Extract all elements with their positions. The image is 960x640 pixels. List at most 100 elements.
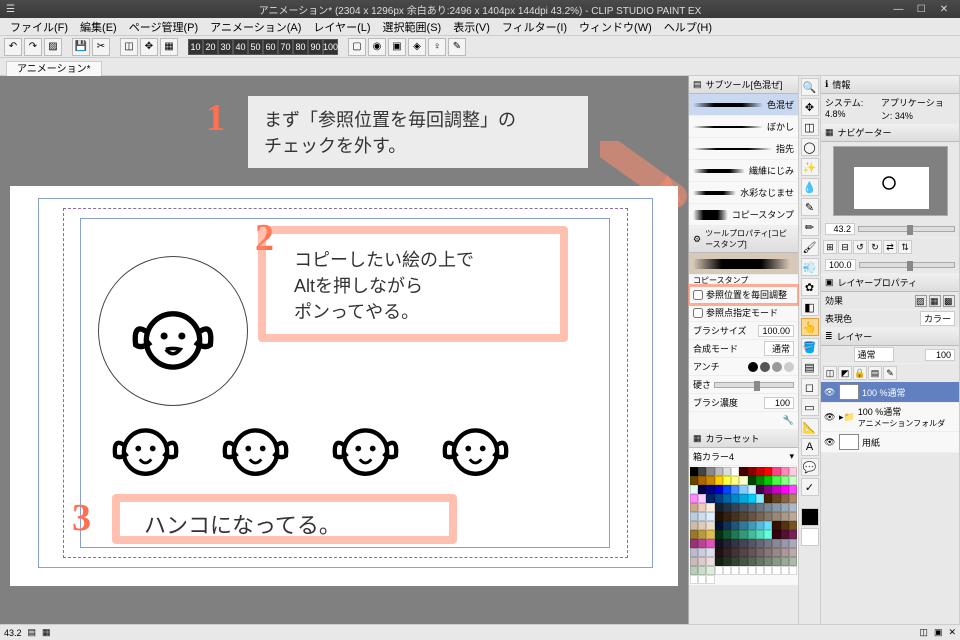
maximize-button[interactable]: ☐ xyxy=(911,4,931,15)
zoom-10[interactable]: 10 xyxy=(188,39,203,55)
color-swatch[interactable] xyxy=(731,503,739,512)
layer-btn-icon[interactable]: 🔒 xyxy=(853,366,867,380)
color-swatch[interactable] xyxy=(715,485,723,494)
marquee-icon[interactable]: ◫ xyxy=(801,118,819,136)
color-swatch[interactable] xyxy=(764,530,772,539)
option-ref-point-mode[interactable]: 参照点指定モード xyxy=(689,304,798,322)
color-swatch[interactable] xyxy=(764,485,772,494)
color-swatch[interactable] xyxy=(739,530,747,539)
menu-page[interactable]: ページ管理(P) xyxy=(123,19,204,35)
color-swatch[interactable] xyxy=(764,494,772,503)
color-swatch[interactable] xyxy=(706,539,714,548)
color-swatch[interactable] xyxy=(739,539,747,548)
brush-size-row[interactable]: ブラシサイズ 100.00 xyxy=(689,322,798,340)
zoom-100[interactable]: 100 xyxy=(323,39,338,55)
eye-icon[interactable]: 👁 xyxy=(824,437,836,448)
color-swatch[interactable] xyxy=(764,503,772,512)
redo-icon[interactable]: ↷ xyxy=(24,38,42,56)
color-swatch[interactable] xyxy=(690,530,698,539)
color-swatch[interactable] xyxy=(731,476,739,485)
zoom-80[interactable]: 80 xyxy=(293,39,308,55)
tool-detail-icon[interactable]: 🔧 xyxy=(783,415,794,426)
color-swatch[interactable] xyxy=(698,494,706,503)
color-swatch[interactable] xyxy=(706,476,714,485)
color-swatch[interactable] xyxy=(715,548,723,557)
color-swatch[interactable] xyxy=(698,530,706,539)
color-swatch[interactable] xyxy=(690,575,698,584)
color-swatch[interactable] xyxy=(772,539,780,548)
canvas-area[interactable]: 1 まず「参照位置を毎回調整」の チェックを外す。 2 コピーしたい絵の上で A… xyxy=(0,76,688,624)
color-swatch[interactable] xyxy=(698,467,706,476)
undo-icon[interactable]: ↶ xyxy=(4,38,22,56)
layer-btn-icon[interactable]: ◫ xyxy=(823,366,837,380)
color-swatch[interactable] xyxy=(764,557,772,566)
adjust-each-checkbox[interactable] xyxy=(693,290,703,300)
menu-selection[interactable]: 選択範囲(S) xyxy=(377,19,448,35)
color-swatch[interactable] xyxy=(731,512,739,521)
nav-btn-icon[interactable]: ↻ xyxy=(868,240,882,254)
move-icon[interactable]: ✥ xyxy=(140,38,158,56)
menu-animation[interactable]: アニメーション(A) xyxy=(204,19,307,35)
color-swatch[interactable] xyxy=(706,530,714,539)
nav-btn-icon[interactable]: ↺ xyxy=(853,240,867,254)
menu-view[interactable]: 表示(V) xyxy=(447,19,496,35)
layer-blend-row[interactable]: 通常 100 xyxy=(821,346,959,364)
density-row[interactable]: ブラシ濃度 100 xyxy=(689,394,798,412)
aa-option-icon[interactable] xyxy=(784,362,794,372)
zoom-70[interactable]: 70 xyxy=(278,39,293,55)
subtool-item-copystamp[interactable]: コピースタンプ xyxy=(689,204,798,226)
color-swatch[interactable] xyxy=(723,485,731,494)
effect-icon[interactable]: ▩ xyxy=(943,295,955,307)
color-swatch[interactable] xyxy=(731,557,739,566)
color-swatch[interactable] xyxy=(698,503,706,512)
color-swatch[interactable] xyxy=(789,557,797,566)
layer-btn-icon[interactable]: ▤ xyxy=(868,366,882,380)
color-swatch[interactable] xyxy=(723,539,731,548)
color-swatch[interactable] xyxy=(781,503,789,512)
color-swatch[interactable] xyxy=(748,566,756,575)
color-swatch[interactable] xyxy=(723,566,731,575)
color-swatch[interactable] xyxy=(715,530,723,539)
color-swatch[interactable] xyxy=(756,530,764,539)
color-swatch[interactable] xyxy=(698,557,706,566)
subtool-panel-header[interactable]: ▤ サブツール[色混ぜ] xyxy=(689,76,798,94)
color-swatch[interactable] xyxy=(690,557,698,566)
color-swatch[interactable] xyxy=(706,566,714,575)
zoom-20[interactable]: 20 xyxy=(203,39,218,55)
save-icon[interactable]: 💾 xyxy=(72,38,90,56)
zoom-slider[interactable] xyxy=(858,226,955,232)
color-swatch[interactable] xyxy=(731,530,739,539)
color-swatch[interactable] xyxy=(690,476,698,485)
color-swatch[interactable] xyxy=(781,494,789,503)
color-swatch[interactable] xyxy=(764,467,772,476)
color-swatch[interactable] xyxy=(706,575,714,584)
color-swatch[interactable] xyxy=(772,566,780,575)
color-swatch[interactable] xyxy=(789,467,797,476)
navigator-panel-header[interactable]: ▦ ナビゲーター xyxy=(821,124,959,142)
color-swatch[interactable] xyxy=(706,485,714,494)
color-swatch[interactable] xyxy=(715,503,723,512)
color-swatch[interactable] xyxy=(748,467,756,476)
color-swatch[interactable] xyxy=(764,539,772,548)
color-swatch[interactable] xyxy=(756,503,764,512)
color-swatch[interactable] xyxy=(789,476,797,485)
color-swatch[interactable] xyxy=(772,512,780,521)
effect-icon[interactable]: ▨ xyxy=(915,295,927,307)
color-swatch[interactable] xyxy=(781,557,789,566)
close-button[interactable]: ✕ xyxy=(934,4,954,15)
tool-d-icon[interactable]: ◈ xyxy=(408,38,426,56)
color-swatch[interactable] xyxy=(706,503,714,512)
clear-icon[interactable]: ▨ xyxy=(44,38,62,56)
color-swatch[interactable] xyxy=(756,557,764,566)
anti-alias-row[interactable]: アンチ xyxy=(689,358,798,376)
color-swatch[interactable] xyxy=(731,485,739,494)
color-swatch[interactable] xyxy=(781,521,789,530)
color-swatch[interactable] xyxy=(723,494,731,503)
airbrush-icon[interactable]: 💨 xyxy=(801,258,819,276)
magnify-icon[interactable]: 🔍 xyxy=(801,78,819,96)
layer-row[interactable]: 👁▸📁100 %通常アニメーションフォルダ xyxy=(821,403,959,432)
color-swatch[interactable] xyxy=(772,557,780,566)
color-swatch[interactable] xyxy=(715,566,723,575)
color-swatch[interactable] xyxy=(690,539,698,548)
color-swatch[interactable] xyxy=(731,548,739,557)
